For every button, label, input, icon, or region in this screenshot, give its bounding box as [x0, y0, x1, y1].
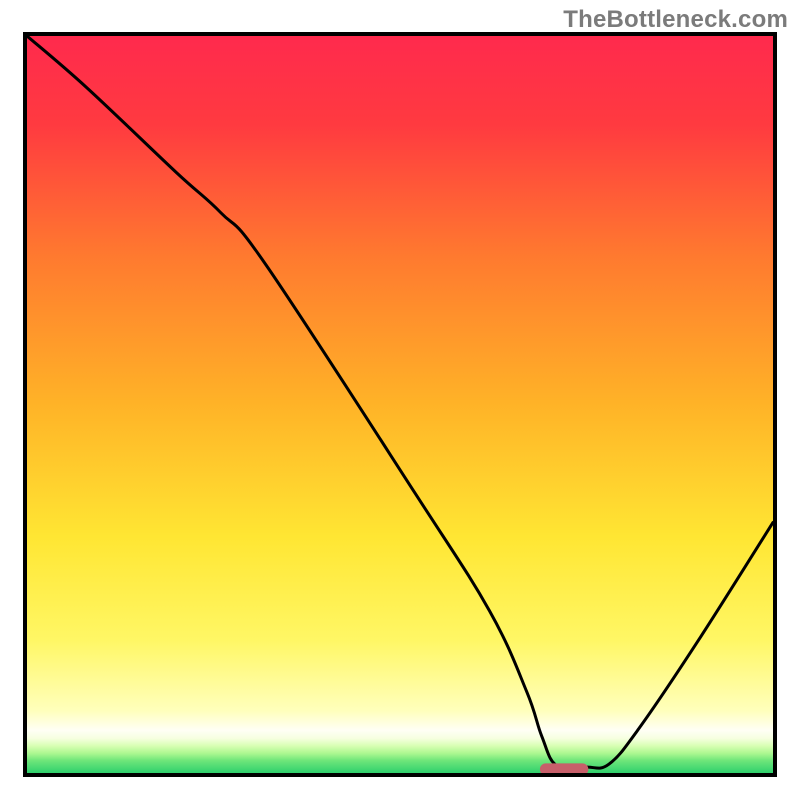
plot-area [23, 32, 777, 777]
watermark-text: TheBottleneck.com [563, 6, 788, 34]
chart-frame: TheBottleneck.com [0, 0, 800, 800]
background-gradient-layer [27, 36, 773, 773]
